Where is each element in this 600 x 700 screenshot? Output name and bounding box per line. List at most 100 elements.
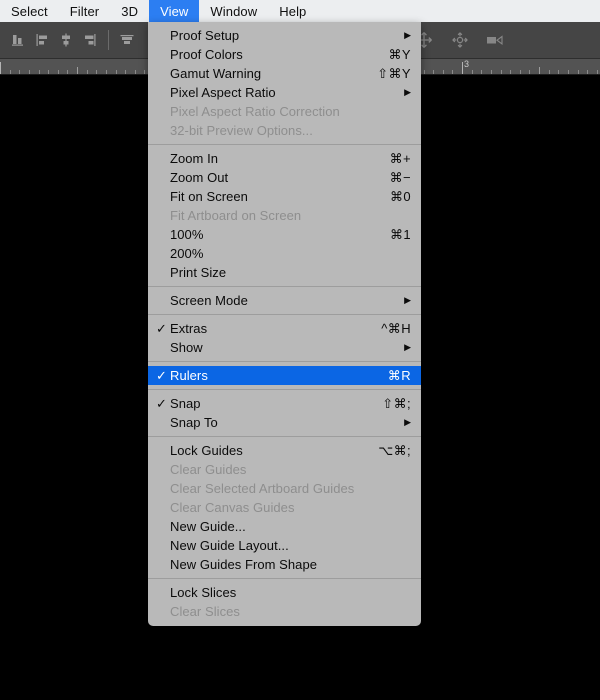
menu-item-shortcut: ⌘1 <box>389 226 411 242</box>
ruler-tick <box>77 67 78 74</box>
menubar-item-select[interactable]: Select <box>0 0 59 22</box>
menubar-item-label: Select <box>11 3 48 19</box>
submenu-arrow-icon: ▶ <box>404 295 411 305</box>
menu-item-show[interactable]: Show ▶ <box>148 338 421 357</box>
checkmark-icon: ✓ <box>156 321 167 336</box>
menu-item-pixel-aspect-ratio[interactable]: Pixel Aspect Ratio ▶ <box>148 83 421 102</box>
menu-item-shortcut: ^⌘H <box>381 320 411 336</box>
menubar-item-3d[interactable]: 3D <box>110 0 149 22</box>
menu-item-label: 200% <box>170 246 204 261</box>
ruler-tick <box>19 70 20 74</box>
menu-item-label: Snap To <box>170 415 218 430</box>
ruler-tick <box>96 70 97 74</box>
menubar-item-label: Help <box>279 3 307 19</box>
menubar-item-label: 3D <box>121 3 139 19</box>
menu-item-fit-on-screen[interactable]: Fit on Screen ⌘0 <box>148 187 421 206</box>
ruler-tick <box>443 70 444 74</box>
menubar-item-label: View <box>160 3 189 19</box>
menu-item-snap-to[interactable]: Snap To ▶ <box>148 413 421 432</box>
menu-separator <box>148 389 421 390</box>
menu-item-rulers[interactable]: ✓ Rulers ⌘R <box>148 366 421 385</box>
menu-item-fit-artboard-on-screen: Fit Artboard on Screen <box>148 206 421 225</box>
submenu-arrow-icon: ▶ <box>404 87 411 97</box>
ruler-tick <box>10 70 11 74</box>
menu-item-shortcut: ⌘R <box>387 367 411 383</box>
menu-separator <box>148 361 421 362</box>
menu-item-label: Show <box>170 340 203 355</box>
menu-item-shortcut: ⌘0 <box>389 188 411 204</box>
menu-item-gamut-warning[interactable]: Gamut Warning ⇧⌘Y <box>148 64 421 83</box>
menu-item-clear-selected-artboard-guides: Clear Selected Artboard Guides <box>148 479 421 498</box>
align-left-edges-icon[interactable] <box>30 28 54 52</box>
menu-item-lock-slices[interactable]: Lock Slices <box>148 583 421 602</box>
tool-icon-group <box>412 22 508 58</box>
ruler-tick <box>539 67 540 74</box>
menu-item-label: Lock Guides <box>170 443 243 458</box>
menubar-item-filter[interactable]: Filter <box>59 0 111 22</box>
menu-item-shortcut: ⇧⌘; <box>382 395 411 411</box>
menu-item-label: Pixel Aspect Ratio <box>170 85 276 100</box>
rotate-3d-icon[interactable] <box>448 28 472 52</box>
ruler-label: 3 <box>464 59 470 69</box>
menu-item-proof-colors[interactable]: Proof Colors ⌘Y <box>148 45 421 64</box>
menu-item-new-guides-from-shape[interactable]: New Guides From Shape <box>148 555 421 574</box>
ruler-tick <box>48 70 49 74</box>
ruler-tick <box>597 70 598 74</box>
menu-item-clear-canvas-guides: Clear Canvas Guides <box>148 498 421 517</box>
ruler-tick <box>520 70 521 74</box>
align-right-edges-icon[interactable] <box>78 28 102 52</box>
menu-item-shortcut: ⌘+ <box>389 150 411 166</box>
menu-item-label: New Guide Layout... <box>170 538 289 553</box>
menu-item-snap[interactable]: ✓ Snap ⇧⌘; <box>148 394 421 413</box>
menu-item-label: 100% <box>170 227 204 242</box>
align-horizontal-centers-icon[interactable] <box>54 28 78 52</box>
menu-item-print-size[interactable]: Print Size <box>148 263 421 282</box>
distribute-top-edges-icon[interactable] <box>115 28 139 52</box>
menu-item-label: Zoom In <box>170 151 219 166</box>
menu-item-shortcut: ⌘Y <box>388 46 411 62</box>
menu-item-label: 32-bit Preview Options... <box>170 123 313 138</box>
ruler-tick <box>529 70 530 74</box>
menu-item-zoom-in[interactable]: Zoom In ⌘+ <box>148 149 421 168</box>
ruler-tick <box>568 70 569 74</box>
menu-item-shortcut: ⌘− <box>389 169 411 185</box>
menu-item-100[interactable]: 100% ⌘1 <box>148 225 421 244</box>
menu-separator <box>148 578 421 579</box>
ruler-tick <box>58 70 59 74</box>
video-camera-icon[interactable] <box>484 28 508 52</box>
ruler-tick <box>125 70 126 74</box>
menu-item-200[interactable]: 200% <box>148 244 421 263</box>
menu-item-screen-mode[interactable]: Screen Mode ▶ <box>148 291 421 310</box>
view-menu-dropdown[interactable]: Proof Setup ▶ Proof Colors ⌘Y Gamut Warning ⇧… <box>148 22 421 626</box>
ruler-tick <box>67 70 68 74</box>
menubar-item-help[interactable]: Help <box>268 0 317 22</box>
menubar-item-window[interactable]: Window <box>199 0 268 22</box>
menubar-spacer <box>317 0 600 22</box>
ruler-tick <box>0 62 1 74</box>
submenu-arrow-icon: ▶ <box>404 417 411 427</box>
menu-item-extras[interactable]: ✓ Extras ^⌘H <box>148 319 421 338</box>
checkmark-icon: ✓ <box>156 396 167 411</box>
menubar-item-view[interactable]: View <box>149 0 200 22</box>
application-menu-bar: Select Filter 3D View Window Help <box>0 0 600 22</box>
ruler-tick <box>106 70 107 74</box>
align-bottom-edges-icon[interactable] <box>6 28 30 52</box>
ruler-tick <box>549 70 550 74</box>
menu-item-label: Print Size <box>170 265 227 280</box>
menu-separator <box>148 144 421 145</box>
ruler-tick <box>510 70 511 74</box>
ruler-tick <box>116 70 117 74</box>
menu-item-zoom-out[interactable]: Zoom Out ⌘− <box>148 168 421 187</box>
menubar-item-label: Window <box>210 3 258 19</box>
ruler-tick <box>481 70 482 74</box>
menubar-item-label: Filter <box>69 3 100 19</box>
menu-item-new-guide-layout[interactable]: New Guide Layout... <box>148 536 421 555</box>
menu-item-new-guide[interactable]: New Guide... <box>148 517 421 536</box>
menu-item-lock-guides[interactable]: Lock Guides ⌥⌘; <box>148 441 421 460</box>
ruler-tick <box>462 62 463 74</box>
menu-item-label: Pixel Aspect Ratio Correction <box>170 104 340 119</box>
menu-item-32-bit-preview-options: 32-bit Preview Options... <box>148 121 421 140</box>
menu-item-proof-setup[interactable]: Proof Setup ▶ <box>148 26 421 45</box>
menu-item-label: Fit on Screen <box>170 189 248 204</box>
menu-separator <box>148 314 421 315</box>
